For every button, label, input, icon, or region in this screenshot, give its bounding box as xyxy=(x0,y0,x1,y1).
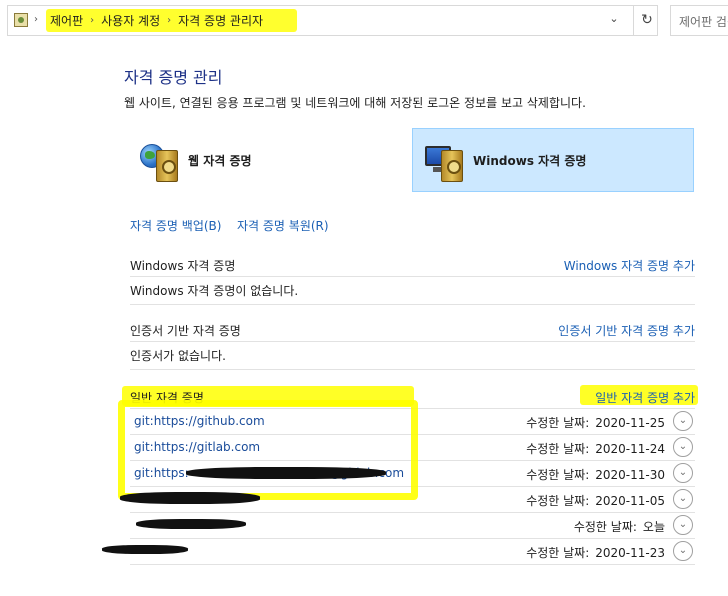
web-credentials-tile[interactable]: 웹 자격 증명 xyxy=(128,128,398,192)
control-panel-icon xyxy=(14,13,28,27)
refresh-icon[interactable]: ↻ xyxy=(633,6,660,35)
breadcrumb-credential-manager[interactable]: 자격 증명 관리자 xyxy=(174,12,267,29)
windows-credentials-empty: Windows 자격 증명이 없습니다. xyxy=(130,277,695,305)
breadcrumb-user-accounts[interactable]: 사용자 계정 xyxy=(97,12,164,29)
redaction-scribble xyxy=(186,467,386,479)
windows-credentials-tile[interactable]: Windows 자격 증명 xyxy=(412,128,694,192)
chevron-right-icon[interactable]: › xyxy=(34,14,38,25)
restore-credentials-link[interactable]: 자격 증명 복원(R) xyxy=(237,217,329,234)
redaction-scribble xyxy=(102,545,188,554)
web-credentials-icon xyxy=(134,136,182,184)
add-windows-credential-link[interactable]: Windows 자격 증명 추가 xyxy=(564,257,695,274)
credential-modified: 수정한 날짜: 2020-11-23 xyxy=(526,546,665,560)
redaction-scribble xyxy=(136,519,246,529)
add-generic-credential-link[interactable]: 일반 자격 증명 추가 xyxy=(595,389,695,406)
credential-modified: 수정한 날짜: 오늘 xyxy=(573,520,665,534)
web-credentials-label: 웹 자격 증명 xyxy=(188,153,252,168)
page-title: 자격 증명 관리 xyxy=(124,68,223,87)
chevron-down-icon[interactable]: ⌄ xyxy=(673,437,693,457)
section-title: Windows 자격 증명 xyxy=(130,259,236,273)
chevron-right-icon[interactable]: › xyxy=(164,15,174,26)
add-certificate-credential-link[interactable]: 인증서 기반 자격 증명 추가 xyxy=(558,322,695,339)
breadcrumb: 제어판 › 사용자 계정 › 자격 증명 관리자 xyxy=(46,6,267,35)
certificate-credentials-empty: 인증서가 없습니다. xyxy=(130,342,695,370)
windows-credentials-section: Windows 자격 증명 Windows 자격 증명 추가 xyxy=(130,253,695,277)
address-bar[interactable]: › 제어판 › 사용자 계정 › 자격 증명 관리자 ⌄ ↻ xyxy=(7,5,658,36)
backup-credentials-link[interactable]: 자격 증명 백업(B) xyxy=(130,217,221,234)
credential-modified: 수정한 날짜: 2020-11-30 xyxy=(526,468,665,482)
credential-modified: 수정한 날짜: 2020-11-25 xyxy=(526,416,665,430)
windows-credentials-icon xyxy=(419,136,467,184)
credential-row[interactable]: 수정한 날짜: 2020-11-23 ⌄ xyxy=(130,539,695,565)
windows-credentials-label: Windows 자격 증명 xyxy=(473,153,587,168)
chevron-down-icon[interactable]: ⌄ xyxy=(673,489,693,509)
chevron-down-icon[interactable]: ⌄ xyxy=(673,463,693,483)
search-input[interactable]: 제어판 검색 xyxy=(670,5,728,36)
redaction-scribble xyxy=(120,492,260,504)
chevron-down-icon[interactable]: ⌄ xyxy=(602,12,626,30)
credential-modified: 수정한 날짜: 2020-11-24 xyxy=(526,442,665,456)
page-description: 웹 사이트, 연결된 응용 프로그램 및 네트워크에 대해 저장된 로그온 정보… xyxy=(124,96,586,110)
chevron-down-icon[interactable]: ⌄ xyxy=(673,541,693,561)
chevron-down-icon[interactable]: ⌄ xyxy=(673,411,693,431)
breadcrumb-control-panel[interactable]: 제어판 xyxy=(46,12,87,29)
highlight-credentials-box xyxy=(118,400,418,500)
credential-modified: 수정한 날짜: 2020-11-05 xyxy=(526,494,665,508)
chevron-down-icon[interactable]: ⌄ xyxy=(673,515,693,535)
chevron-right-icon[interactable]: › xyxy=(87,15,97,26)
certificate-credentials-section: 인증서 기반 자격 증명 인증서 기반 자격 증명 추가 xyxy=(130,318,695,342)
section-title: 인증서 기반 자격 증명 xyxy=(130,324,241,338)
